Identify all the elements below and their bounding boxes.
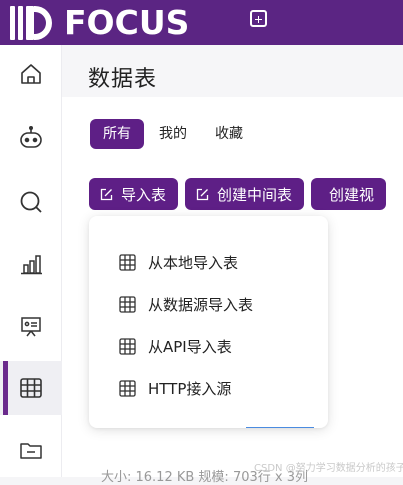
menu-item-label: 从数据源导入表 xyxy=(148,295,254,314)
create-view-button[interactable]: 创建视 xyxy=(311,178,387,210)
folder-icon xyxy=(20,443,42,459)
sidebar-item-files[interactable] xyxy=(0,423,62,477)
menu-item-http-source[interactable]: HTTP接入源 xyxy=(119,376,231,400)
import-dropdown-menu: 从本地导入表 从数据源导入表 从API导入表 HTTP接入源 xyxy=(89,216,328,428)
watermark: CSDN @努力学习数据分析的孩子 xyxy=(254,463,403,474)
table-icon xyxy=(119,295,136,313)
menu-item-label: 从本地导入表 xyxy=(148,253,239,272)
edit-icon xyxy=(100,188,113,200)
home-icon xyxy=(21,64,41,84)
create-view-label: 创建视 xyxy=(329,185,375,204)
sidebar-item-assistant[interactable] xyxy=(0,111,62,165)
robot-icon xyxy=(20,125,42,148)
menu-item-label: 从API导入表 xyxy=(148,337,232,356)
logo-text: FOCUS xyxy=(64,3,190,42)
sidebar-item-home[interactable] xyxy=(0,47,62,101)
table-icon xyxy=(119,337,136,355)
table-grid-icon xyxy=(20,378,42,398)
sidebar-item-search[interactable] xyxy=(0,175,62,229)
top-bar: FOCUS xyxy=(0,0,403,45)
sidebar xyxy=(0,45,62,477)
link-underline xyxy=(246,427,314,428)
create-intermediate-table-button[interactable]: 创建中间表 xyxy=(185,178,305,210)
tab-all[interactable]: 所有 xyxy=(90,119,144,149)
menu-item-label: HTTP接入源 xyxy=(148,379,232,398)
menu-item-import-local[interactable]: 从本地导入表 xyxy=(119,250,238,274)
menu-item-import-datasource[interactable]: 从数据源导入表 xyxy=(119,292,253,316)
focus-logo[interactable]: FOCUS xyxy=(10,0,189,45)
table-icon xyxy=(119,253,136,271)
sidebar-item-boards[interactable] xyxy=(0,299,62,353)
action-bar: 导入表 创建中间表 创建视 xyxy=(89,178,393,210)
plus-square-icon[interactable] xyxy=(250,10,267,27)
import-table-label: 导入表 xyxy=(121,185,167,204)
table-icon xyxy=(119,379,136,397)
sidebar-item-charts[interactable] xyxy=(0,237,62,291)
tab-mine[interactable]: 我的 xyxy=(146,119,200,149)
presentation-board-icon xyxy=(21,317,41,337)
import-table-button[interactable]: 导入表 xyxy=(89,178,179,210)
tab-favorites[interactable]: 收藏 xyxy=(202,119,256,149)
create-intermediate-table-label: 创建中间表 xyxy=(217,185,293,204)
edit-icon xyxy=(196,188,209,200)
bar-chart-icon xyxy=(21,255,42,275)
menu-item-import-api[interactable]: 从API导入表 xyxy=(119,334,232,358)
filter-tabs: 所有 我的 收藏 xyxy=(90,119,258,149)
page-title: 数据表 xyxy=(88,67,158,92)
search-icon xyxy=(20,191,42,213)
logo-mark-icon xyxy=(10,4,58,42)
sidebar-item-tables[interactable] xyxy=(0,361,62,415)
